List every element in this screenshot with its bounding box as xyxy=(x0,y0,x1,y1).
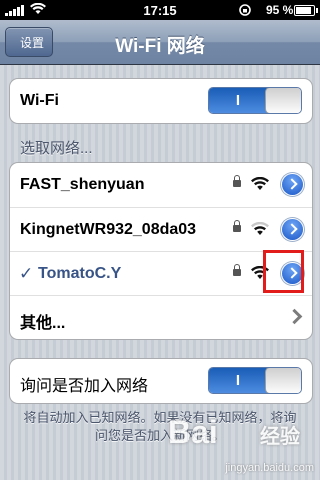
watermark-url: jingyan.baidu.com xyxy=(225,462,314,474)
status-bar: 17:15 95 % xyxy=(0,0,320,20)
wifi-label: Wi-Fi xyxy=(20,92,59,109)
network-row[interactable]: KingnetWR932_08da03 xyxy=(10,207,312,251)
lock-icon xyxy=(233,264,241,276)
detail-disclosure-button[interactable] xyxy=(282,174,303,195)
highlight-annotation xyxy=(263,250,304,293)
page-title: Wi-Fi 网络 xyxy=(115,36,205,57)
chevron-right-icon xyxy=(286,308,303,325)
network-name: TomatoC.Y xyxy=(38,265,122,282)
wifi-switch-knob[interactable] xyxy=(265,88,301,113)
rotation-lock-icon xyxy=(239,4,251,16)
ask-join-switch[interactable]: I xyxy=(208,367,302,394)
wifi-toggle-group: Wi-Fi I xyxy=(9,78,313,124)
lock-icon xyxy=(233,220,241,232)
ask-join-switch-on-label: I xyxy=(209,368,267,393)
ask-join-switch-knob[interactable] xyxy=(265,368,301,393)
ask-join-group: 询问是否加入网络 I xyxy=(9,358,313,404)
other-network-row[interactable]: 其他... xyxy=(10,295,312,339)
other-network-label: 其他... xyxy=(20,315,66,332)
wifi-switch[interactable]: I xyxy=(208,87,302,114)
lock-icon xyxy=(233,175,241,187)
battery-icon xyxy=(294,5,318,16)
wifi-strength-icon xyxy=(251,222,269,235)
back-button[interactable]: 设置 xyxy=(5,27,53,57)
baidu-watermark: Bai 经验 jingyan.baidu.com xyxy=(160,408,320,480)
battery-percent: 95 % xyxy=(266,3,294,17)
networks-section-header: 选取网络... xyxy=(20,140,93,157)
network-name: FAST_shenyuan xyxy=(20,176,145,193)
wifi-strength-icon xyxy=(251,177,269,190)
wifi-toggle-row: Wi-Fi I xyxy=(10,79,312,123)
ask-join-row: 询问是否加入网络 I xyxy=(10,359,312,403)
back-button-label: 设置 xyxy=(19,36,44,50)
ask-join-label: 询问是否加入网络 xyxy=(20,378,149,395)
watermark-brand: Bai xyxy=(168,414,218,450)
wifi-switch-on-label: I xyxy=(209,88,267,113)
checkmark-icon: ✓ xyxy=(19,264,34,283)
network-name: KingnetWR932_08da03 xyxy=(20,221,197,238)
watermark-brand-suffix: 经验 xyxy=(260,426,300,448)
detail-disclosure-button[interactable] xyxy=(282,219,303,240)
navigation-bar: 设置 Wi-Fi 网络 xyxy=(0,20,320,65)
network-row[interactable]: FAST_shenyuan xyxy=(10,163,312,207)
